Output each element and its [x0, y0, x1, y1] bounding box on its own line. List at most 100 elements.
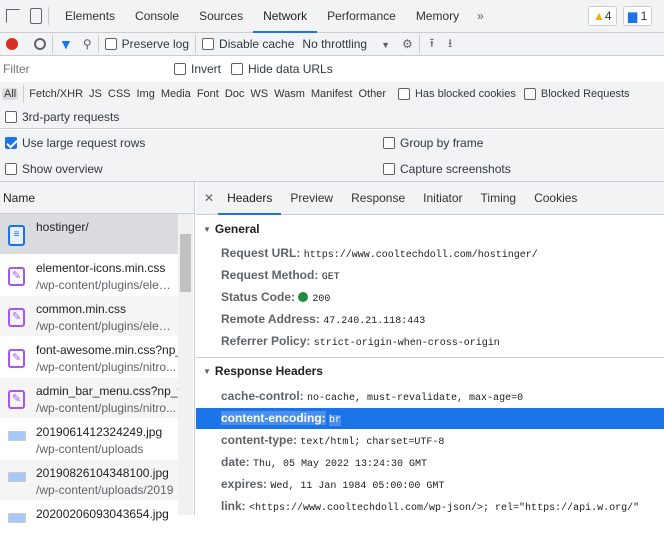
header-row: Status Code: 200 — [221, 290, 330, 305]
request-name: font-awesome.min.css?np_ — [36, 343, 183, 357]
type-filter-doc[interactable]: Doc — [223, 88, 247, 100]
disable-cache-checkbox[interactable] — [202, 38, 215, 50]
type-filter-img[interactable]: Img — [135, 88, 157, 100]
filter-input[interactable] — [0, 60, 162, 78]
tab-performance[interactable]: Performance — [317, 0, 406, 33]
header-row: cache-control: no-cache, must-revalidate… — [221, 389, 523, 404]
header-value: 200 — [312, 294, 331, 305]
type-filter-js[interactable]: JS — [87, 88, 104, 100]
more-tabs-button[interactable]: » — [477, 9, 484, 23]
request-row[interactable]: ✎ common.min.css/wp-content/plugins/elem.… — [0, 296, 178, 337]
header-value: 47.240.21.118:443 — [323, 316, 426, 327]
header-value: br — [329, 415, 342, 426]
stylesheet-icon: ✎ — [8, 267, 25, 286]
throttling-select[interactable]: No throttling ▼ — [302, 37, 390, 51]
header-row: Request Method: GET — [221, 268, 340, 283]
clear-icon[interactable] — [34, 38, 46, 50]
import-har-icon[interactable]: ⭱ — [430, 34, 434, 55]
detail-tab-preview[interactable]: Preview — [281, 182, 342, 215]
capture-screenshots-checkbox[interactable] — [383, 163, 395, 175]
type-filter-all[interactable]: All — [2, 87, 19, 100]
type-filter-ws[interactable]: WS — [248, 88, 270, 100]
has-blocked-cookies-checkbox[interactable] — [397, 87, 410, 100]
stylesheet-icon: ✎ — [8, 349, 25, 368]
header-value: Wed, 11 Jan 1984 05:00:00 GMT — [270, 481, 445, 492]
stylesheet-icon: ✎ — [8, 308, 25, 327]
detail-tab-timing[interactable]: Timing — [472, 182, 526, 215]
request-row[interactable]: 20190826104348100.jpg/wp-content/uploads… — [0, 460, 178, 501]
detail-tab-cookies[interactable]: Cookies — [525, 182, 586, 215]
request-row[interactable]: ✎ admin_bar_menu.css?np_v... /wp-content/p… — [0, 378, 193, 419]
request-row[interactable]: ≡ hostinger/ — [0, 214, 178, 255]
blocked-requests-checkbox[interactable] — [523, 87, 536, 100]
requests-scrollbar[interactable] — [178, 214, 193, 515]
request-name: 20190826104348100.jpg — [36, 466, 169, 480]
large-rows-checkbox[interactable] — [5, 137, 17, 149]
detail-tab-response[interactable]: Response — [342, 182, 414, 215]
header-key: Status Code: — [221, 290, 296, 304]
network-toolbar: ▼ ⚲ Preserve log Disable cache No thrott… — [0, 33, 664, 56]
header-row: link: <https://www.cooltechdoll.com/wp-j… — [221, 499, 639, 514]
request-name: common.min.css — [36, 302, 127, 316]
type-filter-manifest[interactable]: Manifest — [309, 88, 355, 100]
export-har-icon[interactable]: ⭳ — [448, 34, 452, 55]
type-filter-other[interactable]: Other — [356, 88, 388, 100]
request-name: elementor-icons.min.css — [36, 261, 166, 275]
warnings-badge[interactable]: ▲4 — [588, 6, 617, 26]
preserve-log-checkbox[interactable] — [104, 38, 117, 50]
message-icon: ▆ — [628, 9, 638, 23]
header-key: date: — [221, 455, 250, 469]
type-filter-font[interactable]: Font — [195, 88, 221, 100]
stylesheet-icon: ✎ — [8, 390, 25, 409]
header-value: no-cache, must-revalidate, max-age=0 — [307, 393, 524, 404]
settings-pane: Use large request rows Show overview Gro… — [0, 130, 664, 182]
network-conditions-icon[interactable]: ⚙ — [402, 37, 413, 51]
header-key: Request URL: — [221, 246, 301, 260]
response-headers-section-title[interactable]: Response Headers — [203, 364, 323, 378]
request-path: /wp-content/plugins/nitro... — [36, 401, 177, 415]
third-party-checkbox[interactable] — [5, 110, 17, 123]
tab-sources[interactable]: Sources — [189, 0, 253, 33]
type-filter-fetch-xhr[interactable]: Fetch/XHR — [27, 88, 85, 100]
name-column-header[interactable]: Name — [0, 182, 194, 214]
document-icon: ≡ — [8, 225, 25, 246]
detail-tab-initiator[interactable]: Initiator — [414, 182, 471, 215]
header-value: <https://www.cooltechdoll.com/wp-json/>;… — [249, 503, 640, 514]
third-party-row: 3rd-party requests — [0, 105, 664, 129]
type-filter-media[interactable]: Media — [159, 88, 193, 100]
type-filter-css[interactable]: CSS — [106, 88, 133, 100]
general-section-title[interactable]: General — [203, 222, 260, 236]
header-key: expires: — [221, 477, 268, 491]
inspect-element-icon[interactable] — [6, 9, 20, 23]
messages-badge[interactable]: ▆ 1 — [623, 6, 653, 26]
tab-elements[interactable]: Elements — [55, 0, 125, 33]
device-toolbar-icon[interactable] — [30, 8, 42, 24]
image-icon — [8, 472, 26, 482]
show-overview-checkbox[interactable] — [5, 163, 17, 175]
invert-checkbox[interactable] — [174, 63, 186, 75]
request-name: 2019061412324249.jpg — [36, 425, 163, 439]
search-icon[interactable]: ⚲ — [83, 37, 92, 51]
tab-memory[interactable]: Memory — [406, 0, 469, 33]
request-row[interactable]: 2019061412324249.jpg/wp-content/uploads — [0, 419, 178, 460]
group-by-frame-checkbox[interactable] — [383, 137, 395, 149]
filter-icon[interactable]: ▼ — [59, 36, 73, 52]
request-row[interactable]: ✎ elementor-icons.min.css/wp-content/plug… — [0, 255, 178, 296]
chevron-down-icon: ▼ — [381, 40, 391, 50]
type-filter-wasm[interactable]: Wasm — [272, 88, 307, 100]
status-dot-icon — [298, 292, 309, 302]
requests-panel: Name ≡ hostinger/ ✎ elementor-icons.min.css… — [0, 182, 195, 542]
request-row[interactable]: ✎ font-awesome.min.css?np_ /wp-content/plu… — [0, 337, 182, 378]
request-row[interactable]: 20200206093043654.jpg — [0, 501, 178, 542]
tab-console[interactable]: Console — [125, 0, 189, 33]
detail-tab-headers[interactable]: Headers — [218, 182, 282, 215]
header-key: Request Method: — [221, 268, 319, 282]
header-row: expires: Wed, 11 Jan 1984 05:00:00 GMT — [221, 477, 444, 492]
tab-network[interactable]: Network — [253, 0, 318, 33]
header-key: Remote Address: — [221, 312, 320, 326]
close-icon[interactable]: ✕ — [204, 191, 214, 205]
image-icon — [8, 431, 26, 441]
warning-icon: ▲ — [593, 9, 605, 23]
record-icon[interactable] — [6, 38, 18, 50]
hide-data-urls-checkbox[interactable] — [231, 63, 244, 75]
